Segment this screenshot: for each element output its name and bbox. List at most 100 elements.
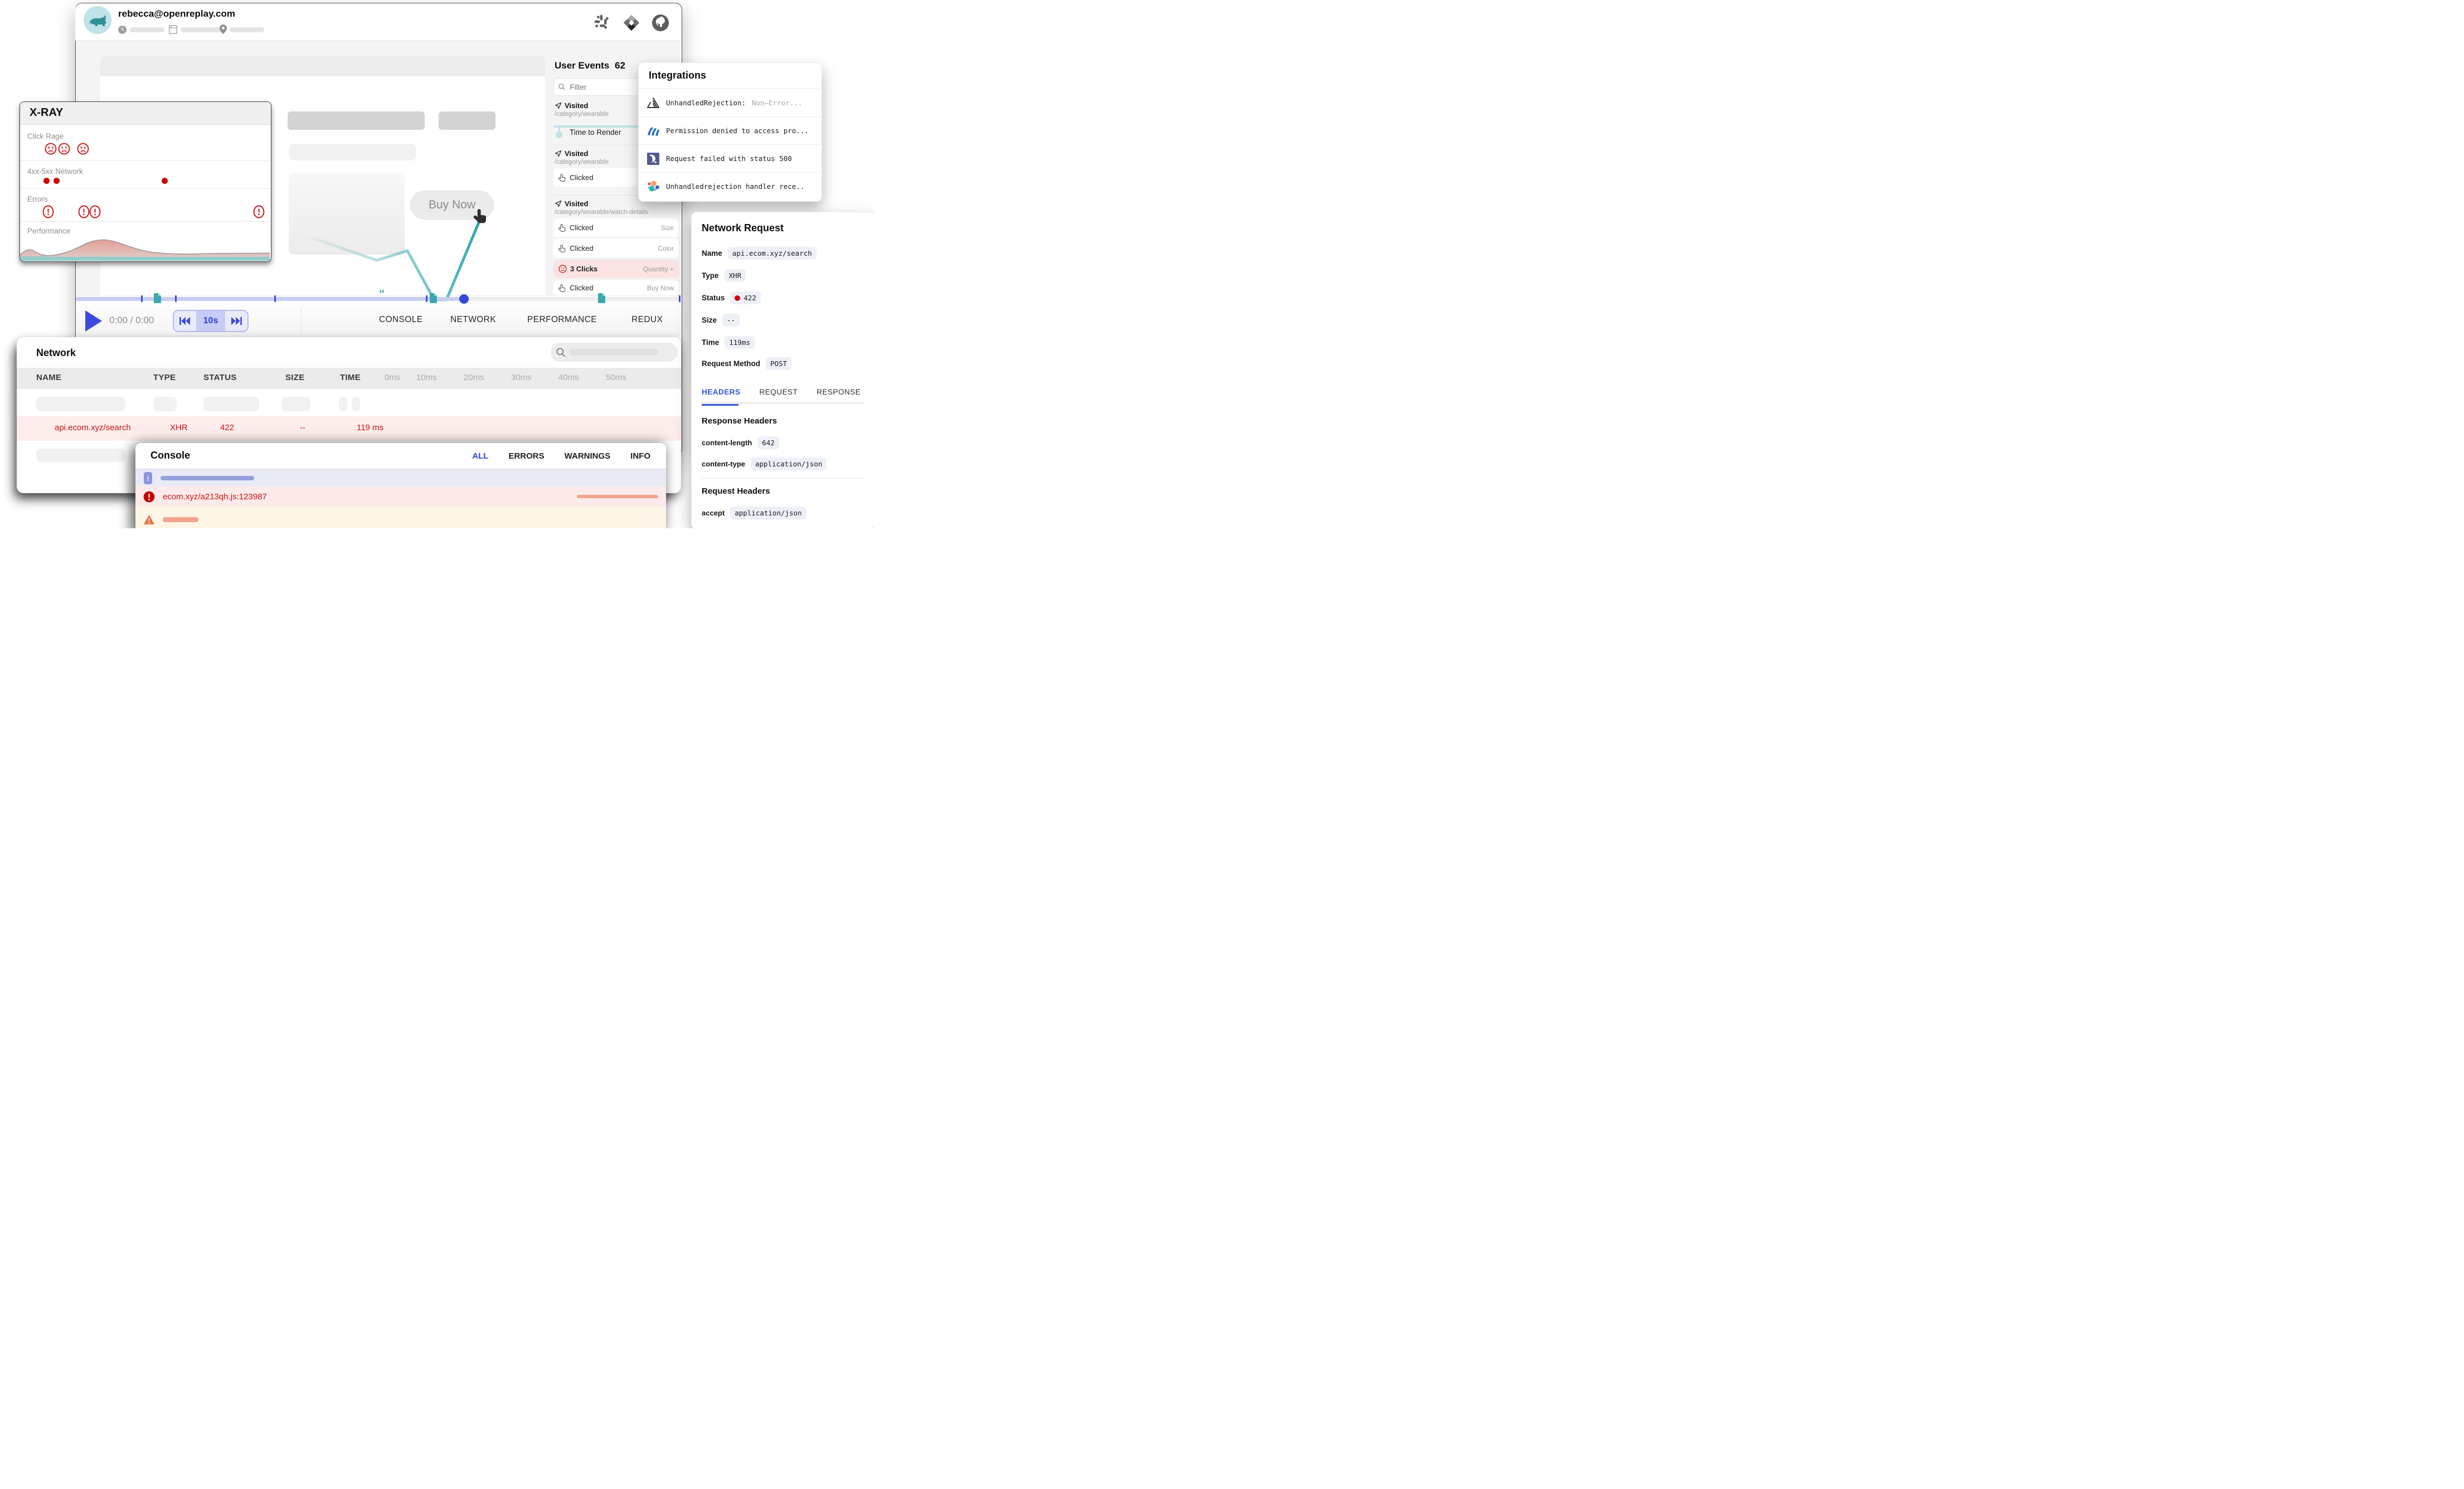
header-label: content-length — [702, 439, 752, 447]
tab-console[interactable]: CONSOLE — [379, 315, 423, 325]
integration-row-elastic[interactable]: Unhandledrejection handler rece.. — [639, 172, 822, 200]
event-card-label: Clicked — [570, 244, 594, 252]
divider — [702, 478, 864, 479]
cell-name: api.ecom.xyz/search — [55, 423, 131, 432]
divider — [301, 308, 302, 335]
console-error-row[interactable]: ecom.xyz/a213qh.js:123987 — [135, 486, 666, 507]
browser-icon — [169, 25, 177, 37]
divider — [20, 188, 271, 189]
tab-headers[interactable]: HEADERS — [702, 388, 741, 396]
col-name: NAME — [36, 373, 61, 382]
slack-icon[interactable] — [593, 13, 611, 34]
skip-controls: 10s — [173, 310, 249, 332]
active-tab-underline — [702, 404, 738, 406]
playhead[interactable] — [459, 294, 469, 304]
event-visited[interactable]: Visited — [555, 199, 588, 208]
datadog-icon — [647, 152, 660, 166]
col-20ms: 20ms — [464, 373, 484, 382]
skip-back-button[interactable] — [174, 311, 196, 331]
avatar — [84, 6, 111, 34]
rage-face-icon[interactable] — [58, 143, 70, 155]
integrations-panel: Integrations UnhandledRejection: Non–Err… — [638, 62, 822, 202]
clock-icon — [118, 26, 127, 37]
event-card-rage-clicks[interactable]: 3 Clicks Quantity + — [553, 260, 679, 278]
field-value: -- — [722, 314, 740, 327]
error-badge-icon[interactable] — [253, 205, 265, 218]
tab-response[interactable]: RESPONSE — [817, 388, 861, 396]
skip-forward-button[interactable] — [225, 311, 247, 331]
user-events-count: 62 — [615, 60, 625, 71]
field-label: Name — [702, 249, 722, 257]
event-visited[interactable]: Visited — [555, 149, 588, 158]
github-icon[interactable] — [651, 13, 670, 35]
rage-face-icon[interactable] — [77, 143, 89, 155]
event-visited[interactable]: Visited — [555, 101, 588, 110]
network-request-title: Network Request — [702, 222, 784, 234]
integration-row-cloudwatch[interactable]: Permission denied to access pro... — [639, 116, 822, 144]
jira-icon[interactable] — [622, 13, 641, 35]
play-time: 0:00 / 0:00 — [109, 315, 154, 326]
event-card-clicked[interactable]: Clicked Color — [553, 239, 679, 257]
error-badge-icon[interactable] — [42, 205, 54, 218]
sentry-icon — [647, 97, 660, 109]
field-value: POST — [766, 357, 791, 370]
request-headers-title: Request Headers — [702, 486, 770, 496]
console-tab-errors[interactable]: ERRORS — [508, 451, 544, 461]
console-warning-row[interactable] — [135, 507, 666, 528]
header-value: application/json — [730, 507, 806, 519]
error-badge-icon[interactable] — [89, 205, 101, 218]
render-dot — [556, 132, 562, 138]
tab-redux[interactable]: REDUX — [631, 315, 663, 325]
timeline-played[interactable] — [76, 297, 464, 301]
console-tab-warnings[interactable]: WARNINGS — [565, 451, 611, 461]
integration-text: UnhandledRejection: — [666, 99, 746, 107]
timeline-quote-marker[interactable]: “ — [379, 288, 385, 301]
skeleton-bar — [289, 144, 416, 160]
event-card-label: 3 Clicks — [570, 265, 597, 273]
integration-text: Request failed with status 500 — [666, 154, 792, 163]
time-to-render-label[interactable]: Time to Render — [570, 128, 621, 137]
field-label: Type — [702, 271, 719, 280]
timeline-event-tick[interactable] — [679, 295, 681, 302]
integration-text: Permission denied to access pro... — [666, 126, 809, 135]
network-request-panel: Network Request Name api.ecom.xyz/search… — [691, 212, 874, 528]
click-hand-icon — [558, 174, 566, 182]
rage-face-icon[interactable] — [45, 143, 57, 155]
network-error-dot[interactable] — [54, 178, 60, 184]
header-accept: accept application/json — [702, 507, 806, 519]
event-card-detail: Buy Now — [647, 284, 674, 292]
cell-size: -- — [300, 423, 305, 432]
console-tab-info[interactable]: INFO — [630, 451, 650, 461]
visited-arrow-icon — [555, 150, 562, 157]
field-value: api.ecom.xyz/search — [728, 247, 817, 260]
header-content-type: content-type application/json — [702, 458, 827, 470]
timeline-event-tick[interactable] — [426, 295, 427, 302]
divider — [20, 221, 271, 222]
timeline-remaining[interactable] — [464, 297, 681, 301]
play-button[interactable] — [85, 310, 102, 332]
console-title: Console — [150, 450, 190, 461]
tab-network[interactable]: NETWORK — [450, 315, 496, 325]
click-hand-icon — [558, 245, 566, 252]
console-info-row[interactable]: i — [135, 469, 666, 486]
session-duration-placeholder — [130, 27, 164, 32]
timeline-event-tick[interactable] — [274, 295, 276, 302]
field-label: Size — [702, 316, 717, 324]
integration-row-sentry[interactable]: UnhandledRejection: Non–Error... — [639, 89, 822, 116]
user-events-title: User Events 62 — [555, 60, 625, 71]
event-path: /category/wearable — [555, 159, 609, 166]
console-tab-all[interactable]: ALL — [472, 451, 488, 461]
network-error-dot[interactable] — [43, 178, 50, 184]
event-card-clicked[interactable]: Clicked Size — [553, 218, 679, 237]
request-detail-tabs: HEADERS REQUEST RESPONSE — [702, 388, 864, 403]
timeline-event-tick[interactable] — [141, 295, 143, 302]
tab-performance[interactable]: PERFORMANCE — [527, 315, 597, 325]
log-placeholder-bar — [577, 495, 658, 498]
timeline-event-tick[interactable] — [175, 295, 177, 302]
network-error-dot[interactable] — [162, 178, 168, 184]
error-badge-icon[interactable] — [78, 205, 90, 218]
integration-row-datadog[interactable]: Request failed with status 500 — [639, 144, 822, 172]
tab-request[interactable]: REQUEST — [760, 388, 798, 396]
event-card-clicked[interactable]: Clicked Buy Now — [553, 280, 679, 295]
network-search[interactable] — [551, 343, 678, 362]
